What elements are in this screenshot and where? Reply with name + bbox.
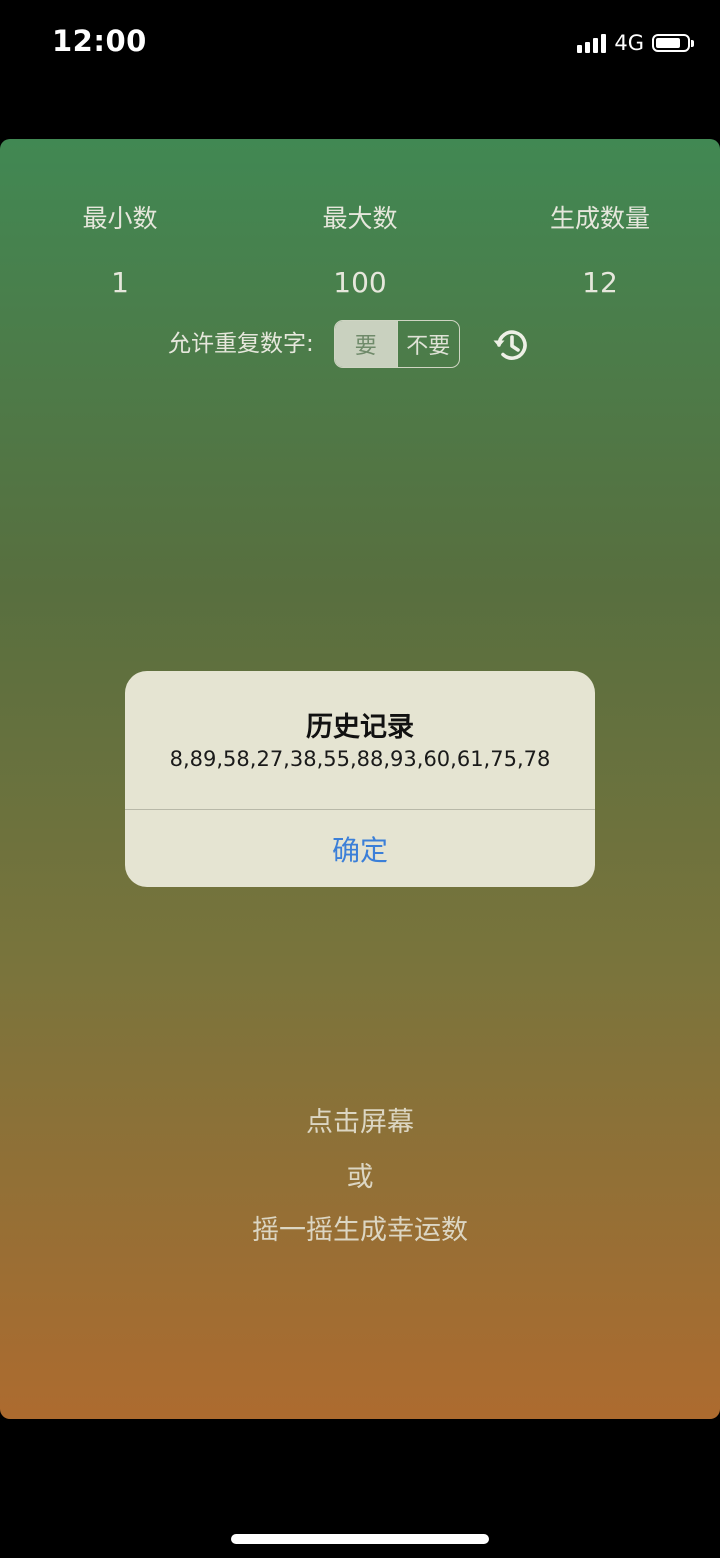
max-number-value[interactable]: 100 [240, 263, 480, 303]
network-label: 4G [614, 31, 644, 55]
hint-shake: 摇一摇生成幸运数 [252, 1215, 468, 1246]
max-number-setting[interactable]: 最大数 100 [240, 201, 480, 303]
min-number-setting[interactable]: 最小数 1 [0, 201, 240, 303]
dialog-message: 8,89,58,27,38,55,88,93,60,61,75,78 [169, 747, 551, 771]
min-number-value[interactable]: 1 [0, 263, 240, 303]
max-number-label: 最大数 [322, 204, 398, 233]
min-number-label: 最小数 [82, 204, 158, 233]
status-bar: 12:00 4G [0, 0, 720, 90]
dialog-title: 历史记录 [306, 712, 414, 743]
allow-repeat-label: 允许重复数字: [168, 331, 314, 357]
home-indicator[interactable] [231, 1534, 489, 1544]
repeat-option-yes[interactable]: 要 [335, 321, 398, 367]
hint-or: 或 [346, 1162, 374, 1193]
count-value[interactable]: 12 [480, 263, 720, 303]
battery-icon [652, 34, 694, 52]
status-time: 12:00 [52, 24, 147, 58]
phone-screen: 12:00 4G 最小数 1 最大数 100 生成数量 12 允许重复数字: 要… [0, 0, 720, 1558]
signal-icon [577, 33, 607, 53]
history-icon[interactable] [490, 324, 532, 366]
history-dialog: 历史记录 8,89,58,27,38,55,88,93,60,61,75,78 … [125, 671, 595, 887]
confirm-button[interactable]: 确定 [125, 810, 595, 887]
status-indicators: 4G [577, 30, 694, 56]
repeat-option-no[interactable]: 不要 [398, 321, 460, 367]
count-setting[interactable]: 生成数量 12 [480, 201, 720, 303]
repeat-row: 允许重复数字: 要 不要 [0, 320, 720, 368]
settings-row: 最小数 1 最大数 100 生成数量 12 [0, 201, 720, 303]
hint-tap-screen: 点击屏幕 [306, 1107, 414, 1138]
allow-repeat-toggle[interactable]: 要 不要 [334, 320, 460, 368]
count-label: 生成数量 [549, 204, 650, 233]
